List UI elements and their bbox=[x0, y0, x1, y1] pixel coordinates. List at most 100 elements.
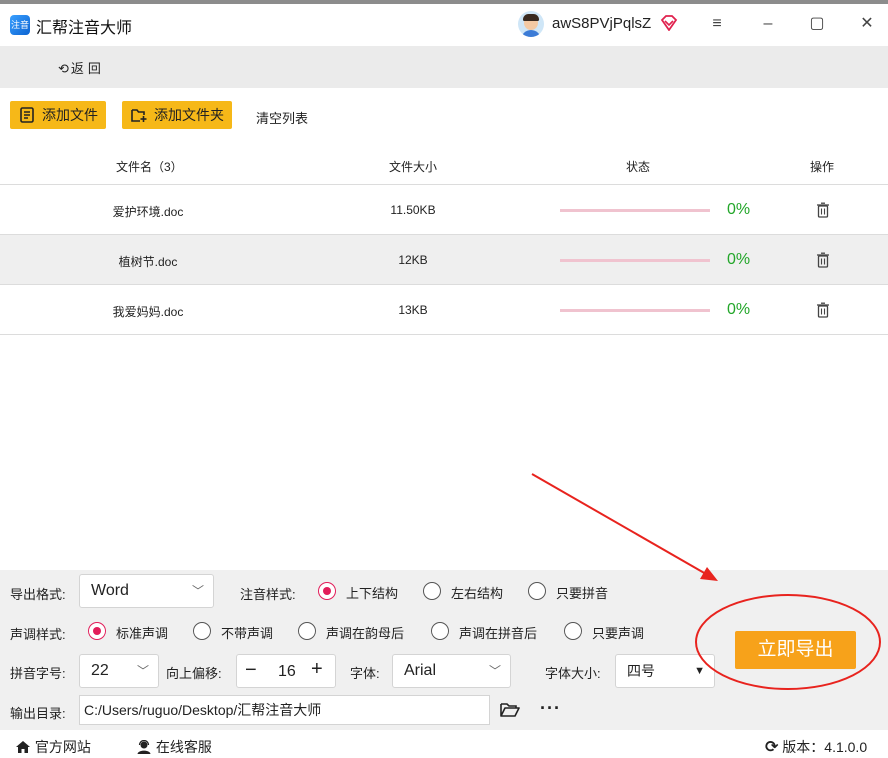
radio-label: 标准声调 bbox=[116, 626, 169, 641]
column-header-size: 文件大小 bbox=[389, 160, 438, 174]
chevron-down-icon: ﹀ bbox=[488, 664, 501, 678]
file-name: 爱护环境.doc bbox=[112, 205, 184, 219]
pinyin-size-label: 拼音字号: bbox=[10, 666, 66, 681]
export-format-label: 导出格式: bbox=[10, 587, 66, 602]
chevron-down-icon: ﹀ bbox=[191, 584, 204, 598]
annotation-style-label: 注音样式: bbox=[240, 587, 296, 602]
font-value: Arial bbox=[404, 662, 437, 679]
official-website-label: 官方网站 bbox=[34, 739, 91, 755]
file-size: 12KB bbox=[398, 253, 428, 267]
delete-icon[interactable] bbox=[816, 302, 830, 318]
font-select[interactable]: Arial ﹀ bbox=[392, 654, 511, 688]
annotation-arrow bbox=[531, 473, 707, 575]
folder-open-icon[interactable] bbox=[500, 702, 520, 718]
export-format-select[interactable]: Word ﹀ bbox=[79, 574, 214, 608]
avatar-body bbox=[521, 30, 541, 37]
footer: 官方网站 在线客服 ⟳ 版本：4.1.0.0 bbox=[0, 730, 888, 758]
radio-selected-icon bbox=[318, 582, 336, 600]
pinyin-size-select[interactable]: 22 ﹀ bbox=[79, 654, 159, 688]
version-info[interactable]: ⟳ 版本：4.1.0.0 bbox=[765, 737, 867, 757]
app-logo-icon: 注音 bbox=[10, 15, 30, 35]
delete-icon[interactable] bbox=[816, 202, 830, 218]
more-options-icon[interactable]: ··· bbox=[540, 698, 561, 719]
font-label: 字体: bbox=[350, 666, 380, 681]
progress-bar bbox=[560, 259, 710, 262]
refresh-icon: ⟳ bbox=[765, 739, 779, 756]
radio-label: 左右结构 bbox=[451, 586, 504, 601]
radio-label: 上下结构 bbox=[346, 586, 399, 601]
radio-unselected-icon bbox=[298, 622, 316, 640]
offset-stepper[interactable]: − 16 + bbox=[236, 654, 336, 688]
support-agent-icon bbox=[137, 739, 151, 754]
clear-list-button[interactable]: 清空列表 bbox=[256, 108, 308, 127]
chevron-down-icon: ﹀ bbox=[136, 664, 149, 678]
maximize-icon[interactable]: ▢ bbox=[805, 12, 829, 36]
minimize-icon[interactable]: – bbox=[756, 12, 780, 36]
offset-label: 向上偏移: bbox=[166, 666, 222, 681]
back-label: 返回 bbox=[70, 61, 105, 76]
radio-unselected-icon bbox=[193, 622, 211, 640]
add-file-button[interactable]: 添加文件 bbox=[10, 101, 106, 129]
progress-percent: 0% bbox=[727, 251, 751, 268]
output-dir-label: 输出目录: bbox=[10, 706, 66, 721]
radio-unselected-icon bbox=[564, 622, 582, 640]
file-size: 11.50KB bbox=[390, 203, 436, 217]
close-icon[interactable]: ✕ bbox=[855, 12, 879, 36]
version-label: 版本：4.1.0.0 bbox=[782, 739, 868, 755]
file-size: 13KB bbox=[398, 303, 428, 317]
column-header-status: 状态 bbox=[626, 160, 651, 174]
user-avatar[interactable] bbox=[518, 11, 544, 37]
offset-value[interactable]: 16 bbox=[278, 663, 296, 681]
minus-icon[interactable]: − bbox=[245, 659, 257, 682]
menu-icon[interactable]: ≡ bbox=[705, 12, 729, 36]
radio-unselected-icon bbox=[431, 622, 449, 640]
table-row[interactable]: 植树节.doc 12KB 0% bbox=[0, 234, 888, 284]
radio-unselected-icon bbox=[423, 582, 441, 600]
vip-diamond-icon[interactable] bbox=[660, 15, 678, 31]
file-name: 我爱妈妈.doc bbox=[112, 305, 184, 319]
official-website-link[interactable]: 官方网站 bbox=[15, 737, 91, 757]
nav-bar: ⟲ 返回 bbox=[0, 46, 888, 88]
progress-percent: 0% bbox=[727, 301, 751, 318]
title-strip bbox=[0, 0, 888, 4]
toolbar: 添加文件 添加文件夹 清空列表 bbox=[0, 88, 888, 144]
progress-bar bbox=[560, 209, 710, 212]
radio-label: 只要声调 bbox=[592, 626, 645, 641]
export-now-button[interactable]: 立即导出 bbox=[735, 631, 856, 669]
table-divider bbox=[0, 334, 888, 335]
plus-icon[interactable]: + bbox=[311, 658, 323, 681]
radio-label: 声调在韵母后 bbox=[326, 626, 405, 641]
font-size-label: 字体大小: bbox=[545, 666, 601, 681]
tone-style-label: 声调样式: bbox=[10, 627, 66, 642]
username[interactable]: awS8PVjPqlsZ bbox=[552, 15, 651, 32]
pinyin-size-value: 22 bbox=[91, 662, 109, 679]
avatar-hair bbox=[523, 14, 539, 21]
table-row[interactable]: 爱护环境.doc 11.50KB 0% bbox=[0, 184, 888, 234]
back-arrow-icon: ⟲ bbox=[58, 61, 69, 76]
add-folder-icon bbox=[131, 109, 147, 122]
export-format-value: Word bbox=[91, 582, 129, 599]
online-support-link[interactable]: 在线客服 bbox=[136, 737, 212, 757]
table-row[interactable]: 我爱妈妈.doc 13KB 0% bbox=[0, 284, 888, 334]
font-size-select[interactable]: 四号 ▼ bbox=[615, 654, 715, 688]
output-dir-input[interactable]: C:/Users/ruguo/Desktop/汇帮注音大师 bbox=[79, 695, 490, 725]
online-support-label: 在线客服 bbox=[155, 739, 212, 755]
app-title: 汇帮注音大师 bbox=[36, 20, 133, 37]
column-header-name: 文件名（3） bbox=[116, 160, 183, 174]
radio-unselected-icon bbox=[528, 582, 546, 600]
caret-down-icon: ▼ bbox=[694, 665, 705, 677]
font-size-value: 四号 bbox=[627, 663, 655, 679]
title-bar: 注音 汇帮注音大师 awS8PVjPqlsZ ≡ – ▢ ✕ bbox=[0, 0, 888, 46]
add-folder-button[interactable]: 添加文件夹 bbox=[122, 101, 232, 129]
progress-bar bbox=[560, 309, 710, 312]
radio-label: 声调在拼音后 bbox=[459, 626, 538, 641]
delete-icon[interactable] bbox=[816, 252, 830, 268]
progress-percent: 0% bbox=[727, 201, 751, 218]
add-folder-label: 添加文件夹 bbox=[154, 107, 224, 123]
radio-label: 不带声调 bbox=[221, 626, 274, 641]
table-header: 文件名（3） 文件大小 状态 操作 bbox=[0, 148, 888, 184]
home-icon bbox=[16, 741, 30, 753]
file-name: 植树节.doc bbox=[118, 255, 178, 269]
add-file-label: 添加文件 bbox=[42, 107, 98, 123]
back-button[interactable]: ⟲ 返回 bbox=[58, 58, 105, 77]
